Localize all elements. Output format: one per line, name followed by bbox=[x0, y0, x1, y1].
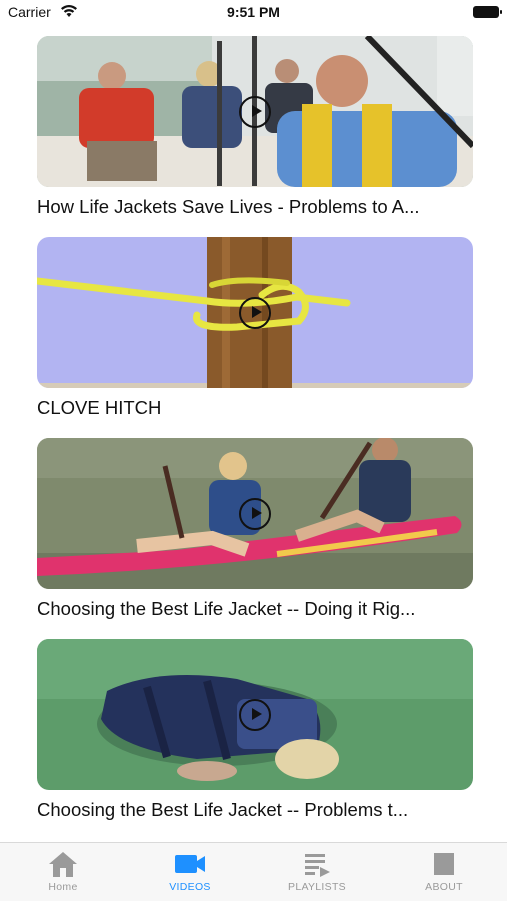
video-title[interactable]: CLOVE HITCH bbox=[37, 397, 473, 419]
video-camera-icon bbox=[175, 855, 205, 873]
video-thumbnail[interactable] bbox=[37, 237, 473, 388]
playlist-icon bbox=[305, 854, 330, 877]
video-card[interactable]: Choosing the Best Life Jacket -- Problem… bbox=[37, 639, 473, 821]
play-icon[interactable] bbox=[239, 296, 271, 329]
video-title[interactable]: How Life Jackets Save Lives - Problems t… bbox=[37, 196, 473, 218]
clock: 9:51 PM bbox=[227, 4, 280, 20]
play-icon[interactable] bbox=[239, 698, 271, 731]
video-thumbnail[interactable] bbox=[37, 639, 473, 790]
battery-icon bbox=[473, 6, 502, 18]
tab-label: PLAYLISTS bbox=[288, 881, 346, 893]
video-title[interactable]: Choosing the Best Life Jacket -- Problem… bbox=[37, 799, 473, 821]
tab-videos[interactable]: VIDEOS bbox=[127, 849, 253, 893]
video-card[interactable]: Choosing the Best Life Jacket -- Doing i… bbox=[37, 438, 473, 620]
tab-playlists[interactable]: PLAYLISTS bbox=[254, 849, 380, 893]
video-thumbnail[interactable] bbox=[37, 36, 473, 187]
video-title[interactable]: Choosing the Best Life Jacket -- Doing i… bbox=[37, 598, 473, 620]
tab-home[interactable]: Home bbox=[0, 849, 126, 893]
home-icon bbox=[49, 852, 77, 877]
about-icon bbox=[434, 853, 454, 875]
tab-bar: Home VIDEOS PLAYLISTS ABOUT bbox=[0, 842, 507, 901]
tab-label: Home bbox=[48, 881, 78, 893]
tab-about[interactable]: ABOUT bbox=[381, 849, 507, 893]
tab-label: ABOUT bbox=[425, 881, 463, 893]
play-icon[interactable] bbox=[239, 95, 271, 128]
status-bar: Carrier 9:51 PM bbox=[0, 0, 507, 26]
play-icon[interactable] bbox=[239, 497, 271, 530]
tab-label: VIDEOS bbox=[169, 881, 211, 893]
video-card[interactable]: How Life Jackets Save Lives - Problems t… bbox=[37, 36, 473, 218]
video-thumbnail[interactable] bbox=[37, 438, 473, 589]
video-card[interactable]: CLOVE HITCH bbox=[37, 237, 473, 419]
